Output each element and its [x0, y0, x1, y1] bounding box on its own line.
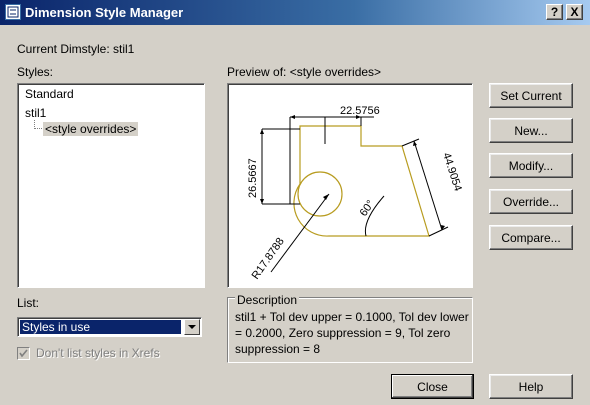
help-button[interactable]: Help	[489, 374, 573, 399]
list-dropdown[interactable]: Styles in use	[17, 317, 202, 337]
preview-drawing: 22.5756 26.5667 44.9054 60° R17.8788	[247, 105, 464, 282]
title-close-button[interactable]: X	[566, 4, 583, 20]
style-item-overrides[interactable]: <style overrides>	[43, 122, 139, 136]
dim-left-text: 26.5667	[247, 158, 259, 198]
dim-top-text: 22.5756	[340, 105, 380, 117]
xrefs-checkbox[interactable]	[17, 347, 30, 360]
dim-right-text: 44.9054	[440, 151, 464, 193]
styles-label: Styles:	[17, 65, 54, 79]
description-title: Description	[235, 293, 300, 307]
style-item-stil1[interactable]: stil1	[25, 106, 46, 120]
xrefs-checkbox-label: Don't list styles in Xrefs	[36, 346, 160, 360]
compare-button[interactable]: Compare...	[489, 225, 573, 250]
current-dimstyle-label: Current Dimstyle: stil1	[17, 42, 135, 56]
list-selected-value: Styles in use	[20, 320, 181, 334]
tree-connector	[34, 120, 42, 129]
checkmark-icon	[19, 349, 28, 358]
styles-list[interactable]: Standard stil1 <style overrides>	[17, 83, 205, 288]
close-button[interactable]: Close	[391, 374, 474, 399]
new-button[interactable]: New...	[489, 118, 573, 143]
window-title: Dimension Style Manager	[25, 5, 184, 20]
override-button[interactable]: Override...	[489, 189, 573, 214]
list-label: List:	[17, 296, 40, 310]
set-current-button[interactable]: Set Current	[489, 83, 573, 108]
preview-panel: 22.5756 26.5667 44.9054 60° R17.8788	[227, 83, 473, 288]
title-help-button[interactable]: ?	[546, 4, 563, 20]
chevron-down-icon	[188, 325, 196, 329]
app-icon	[5, 4, 21, 20]
dim-angle-text: 60°	[358, 198, 377, 219]
style-item-standard[interactable]: Standard	[25, 87, 74, 101]
modify-button[interactable]: Modify...	[489, 153, 573, 178]
preview-label: Preview of: <style overrides>	[227, 65, 382, 79]
title-bar[interactable]: Dimension Style Manager ? X	[0, 0, 590, 25]
dropdown-arrow-button[interactable]	[184, 319, 200, 335]
description-text: stil1 + Tol dev upper = 0.1000, Tol dev …	[235, 310, 469, 356]
